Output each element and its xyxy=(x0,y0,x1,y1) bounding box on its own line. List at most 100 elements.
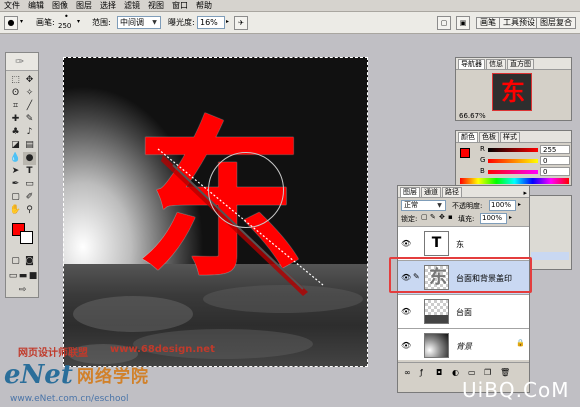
pen-tool-icon[interactable]: ✒ xyxy=(9,178,22,191)
new-group-icon[interactable]: ▭ xyxy=(468,368,476,377)
menu-filter[interactable]: 滤镜 xyxy=(124,0,140,11)
tab-color[interactable]: 颜色 xyxy=(458,132,478,142)
navigator-thumbnail[interactable]: 东 xyxy=(492,73,532,111)
dodge-tool-button-icon[interactable]: ● xyxy=(23,152,36,165)
exposure-input[interactable]: 16% xyxy=(197,16,225,29)
tab-channels[interactable]: 通道 xyxy=(421,187,441,197)
opacity-input[interactable]: 100% xyxy=(489,200,516,211)
brush-tool-icon[interactable]: ✎ xyxy=(23,113,36,126)
lasso-tool-icon[interactable]: ʘ xyxy=(9,87,22,100)
eye-icon[interactable]: 👁 xyxy=(401,239,411,249)
gradient-tool-icon[interactable]: ▤ xyxy=(23,139,36,152)
tab-info[interactable]: 信息 xyxy=(486,59,506,69)
channel-g-input[interactable]: 0 xyxy=(540,156,570,165)
layer-style-icon[interactable]: ƒ xyxy=(420,368,423,377)
exposure-label: 曝光度: xyxy=(168,18,195,27)
blend-mode-select[interactable]: 正常 ▼ xyxy=(401,200,446,211)
lock-transparency-icon[interactable]: ▢ xyxy=(421,213,428,221)
well-tab-brushes[interactable]: 画笔 xyxy=(476,17,500,29)
crop-tool-icon[interactable]: ⌗ xyxy=(9,100,22,113)
palette-well-icon[interactable]: ▣ xyxy=(456,16,470,30)
opacity-slider-arrow-icon[interactable]: ▸ xyxy=(518,201,521,208)
add-mask-icon[interactable]: ◘ xyxy=(436,368,442,377)
zoom-tool-icon[interactable]: ⚲ xyxy=(23,204,36,217)
lock-image-icon[interactable]: ✎ xyxy=(430,213,436,221)
history-brush-tool-icon[interactable]: ♪ xyxy=(23,126,36,139)
navigator-panel: 导航器 信息 直方图 东 66.67% xyxy=(455,57,572,121)
eraser-tool-icon[interactable]: ◪ xyxy=(9,139,22,152)
clone-stamp-tool-icon[interactable]: ♣ xyxy=(9,126,22,139)
menu-edit[interactable]: 编辑 xyxy=(28,0,44,11)
menu-layer[interactable]: 图层 xyxy=(76,0,92,11)
well-tab-tool-presets[interactable]: 工具预设 xyxy=(499,17,539,29)
move-tool-icon[interactable]: ✥ xyxy=(23,74,36,87)
exposure-slider-arrow-icon[interactable]: ▸ xyxy=(226,18,229,25)
screen-mode-full-icon[interactable]: ■ xyxy=(28,270,38,283)
slice-tool-icon[interactable]: ╱ xyxy=(23,100,36,113)
tab-layers[interactable]: 图层 xyxy=(400,187,420,197)
healing-brush-tool-icon[interactable]: ✚ xyxy=(9,113,22,126)
channel-b-slider[interactable] xyxy=(488,170,538,174)
layer-row-background[interactable]: 👁 背景 🔒 xyxy=(398,328,529,360)
hand-tool-icon[interactable]: ✋ xyxy=(9,204,22,217)
magic-wand-tool-icon[interactable]: ✧ xyxy=(23,87,36,100)
screen-mode-full-menu-icon[interactable]: ▬ xyxy=(18,270,28,283)
well-tab-layer-comps[interactable]: 图层复合 xyxy=(536,17,576,29)
brush-dropdown-icon[interactable]: ▾ xyxy=(77,18,80,25)
color-panel-fg-swatch[interactable] xyxy=(460,148,470,158)
layer-row-text[interactable]: 👁 T 东 xyxy=(398,226,529,260)
delete-layer-icon[interactable]: 🗑 xyxy=(500,368,510,377)
new-layer-icon[interactable]: ❐ xyxy=(484,368,491,377)
link-layers-icon[interactable]: ∞ xyxy=(404,368,411,377)
eye-icon[interactable]: 👁 xyxy=(401,341,411,351)
range-select[interactable]: 中间调 ▼ xyxy=(117,16,161,29)
menu-view[interactable]: 视图 xyxy=(148,0,164,11)
tab-swatches[interactable]: 色板 xyxy=(479,132,499,142)
tab-navigator[interactable]: 导航器 xyxy=(458,59,485,69)
document-canvas[interactable]: 东 xyxy=(63,57,368,367)
fill-input[interactable]: 100% xyxy=(480,213,507,224)
watermark-site-cn: 网页设计师联盟 xyxy=(18,348,88,359)
dodge-tool-icon[interactable]: ● xyxy=(4,16,18,30)
adjustment-layer-icon[interactable]: ◐ xyxy=(452,368,459,377)
channel-r-slider[interactable] xyxy=(488,148,538,152)
channel-g-slider[interactable] xyxy=(488,159,538,163)
layer-name: 台面 xyxy=(456,308,472,317)
airbrush-icon[interactable]: ✈ xyxy=(234,16,248,30)
lock-position-icon[interactable]: ✥ xyxy=(439,213,445,221)
eyedropper-tool-icon[interactable]: ✐ xyxy=(23,191,36,204)
menu-select[interactable]: 选择 xyxy=(100,0,116,11)
menu-image[interactable]: 图像 xyxy=(52,0,68,11)
screen-mode-standard-icon[interactable]: ▭ xyxy=(8,270,18,283)
notes-tool-icon[interactable]: ▢ xyxy=(9,191,22,204)
tool-preset-arrow-icon[interactable]: ▾ xyxy=(20,18,23,25)
jump-to-imageready-icon[interactable]: ⇨ xyxy=(16,284,29,297)
tab-styles[interactable]: 样式 xyxy=(500,132,520,142)
brush-preset-picker[interactable]: • 250 xyxy=(58,12,76,32)
eye-icon[interactable]: 👁 xyxy=(401,307,411,317)
blur-tool-icon[interactable]: 💧 xyxy=(9,152,22,165)
type-tool-icon[interactable]: T xyxy=(23,165,36,178)
layer-row-table[interactable]: 👁 台面 xyxy=(398,294,529,328)
quick-mask-mode-icon[interactable]: ◙ xyxy=(23,255,36,268)
channel-r-label: R xyxy=(480,145,485,153)
file-browser-icon[interactable]: ▢ xyxy=(437,16,451,30)
menu-help[interactable]: 帮助 xyxy=(196,0,212,11)
background-color-swatch[interactable] xyxy=(20,231,33,244)
navigator-zoom-value[interactable]: 66.67% xyxy=(459,112,486,120)
path-selection-tool-icon[interactable]: ➤ xyxy=(9,165,22,178)
shape-tool-icon[interactable]: ▭ xyxy=(23,178,36,191)
tab-histogram[interactable]: 直方图 xyxy=(507,59,534,69)
marquee-tool-icon[interactable]: ⬚ xyxy=(9,74,22,87)
menu-file[interactable]: 文件 xyxy=(4,0,20,11)
fill-slider-arrow-icon[interactable]: ▸ xyxy=(509,214,512,221)
toolbox: ✑ ⬚ ✥ ʘ ✧ ⌗ ╱ ✚ ✎ ♣ ♪ ◪ ▤ 💧 ● ➤ T ✒ ▭ ▢ … xyxy=(5,52,39,298)
channel-b-input[interactable]: 0 xyxy=(540,167,570,176)
panel-menu-arrow-icon[interactable]: ▸ xyxy=(523,189,529,197)
tab-paths[interactable]: 路径 xyxy=(442,187,462,197)
standard-mode-icon[interactable]: ▢ xyxy=(9,255,22,268)
color-spectrum-ramp[interactable] xyxy=(460,178,569,184)
lock-all-icon[interactable]: ▪ xyxy=(448,213,453,221)
menu-window[interactable]: 窗口 xyxy=(172,0,188,11)
channel-r-input[interactable]: 255 xyxy=(540,145,570,154)
